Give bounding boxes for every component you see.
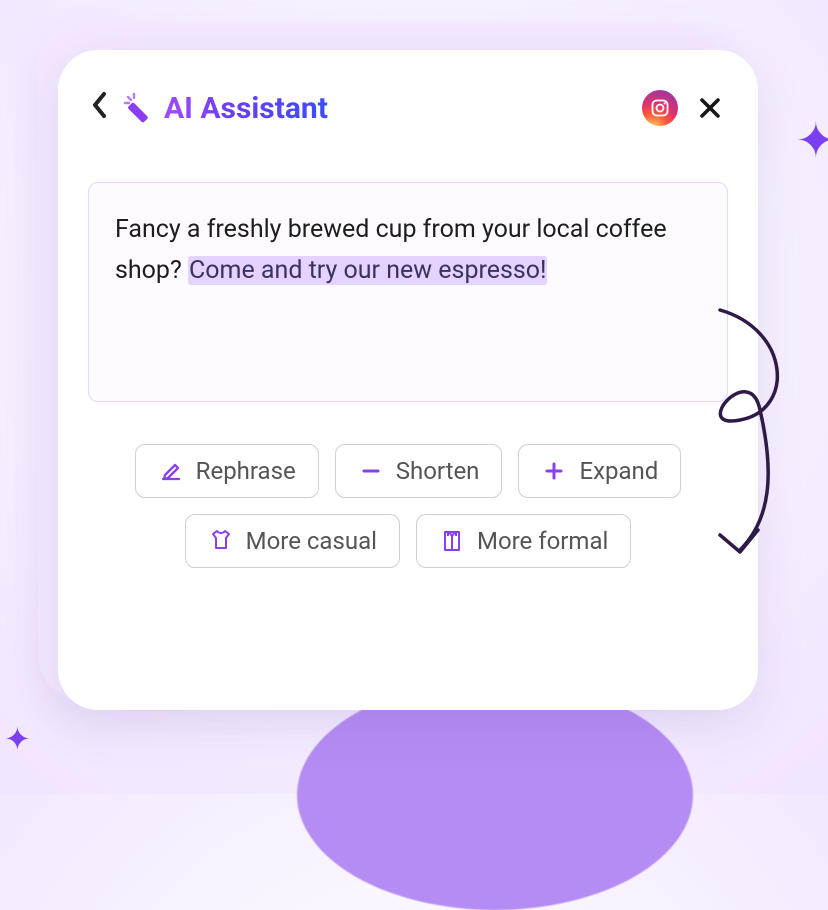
text-content-highlighted: Come and try our new espresso! [188, 256, 547, 285]
button-label: More formal [477, 527, 608, 555]
rephrase-button[interactable]: Rephrase [135, 444, 319, 498]
button-label: Rephrase [196, 457, 296, 485]
sparkle-icon: ✦ [796, 112, 828, 169]
tshirt-icon [208, 528, 234, 554]
edit-icon [158, 458, 184, 484]
back-button[interactable] [80, 88, 120, 128]
panel-title: AI Assistant [164, 91, 328, 126]
minus-icon [358, 458, 384, 484]
instagram-icon[interactable] [642, 90, 678, 126]
button-label: More casual [246, 527, 377, 555]
decorative-blob [297, 680, 693, 910]
close-icon [699, 97, 721, 119]
expand-button[interactable]: Expand [518, 444, 681, 498]
action-row: Rephrase Shorten Expand More casual More… [58, 444, 758, 568]
close-button[interactable] [692, 90, 728, 126]
magic-wand-icon [122, 91, 156, 125]
more-casual-button[interactable]: More casual [185, 514, 400, 568]
plus-icon [541, 458, 567, 484]
chevron-left-icon [92, 92, 108, 125]
shirt-icon [439, 528, 465, 554]
text-editor[interactable]: Fancy a freshly brewed cup from your loc… [88, 182, 728, 402]
panel-header: AI Assistant [58, 86, 758, 128]
sparkle-icon: ✦ [4, 720, 31, 758]
ai-assistant-panel: AI Assistant Fancy a freshly brewed cup … [58, 50, 758, 710]
more-formal-button[interactable]: More formal [416, 514, 631, 568]
shorten-button[interactable]: Shorten [335, 444, 503, 498]
button-label: Expand [579, 457, 658, 485]
button-label: Shorten [396, 457, 480, 485]
